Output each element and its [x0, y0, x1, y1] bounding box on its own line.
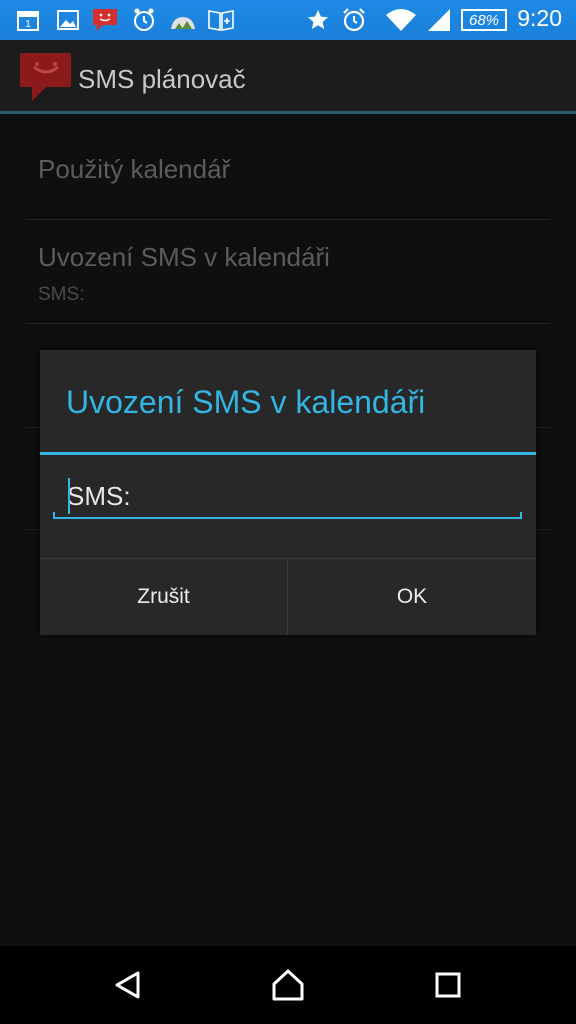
alarm-clock-app-icon	[130, 6, 158, 34]
wifi-icon	[384, 6, 418, 34]
recents-icon[interactable]	[418, 962, 478, 1008]
image-icon	[54, 6, 82, 34]
list-item-title: Použitý kalendář	[38, 154, 231, 184]
back-icon[interactable]	[98, 962, 158, 1008]
status-bar: 1 68% 9:20	[0, 0, 576, 40]
action-bar: SMS plánovač	[0, 40, 576, 114]
alarm-icon	[340, 6, 368, 34]
app-title: SMS plánovač	[78, 64, 246, 94]
dialog-title: Uvození SMS v kalendáři	[66, 384, 426, 420]
calendar-day-text: 1	[25, 19, 31, 30]
navigation-bar	[0, 946, 576, 1024]
weather-icon	[168, 6, 198, 34]
home-icon[interactable]	[258, 962, 318, 1008]
edit-dialog: Uvození SMS v kalendáři Zrušit OK	[40, 350, 536, 635]
battery-icon: 68%	[460, 6, 508, 34]
input-underline	[53, 512, 522, 519]
notes-icon	[206, 6, 236, 34]
ok-button[interactable]: OK	[288, 559, 536, 635]
sms-planner-icon	[90, 6, 120, 34]
clock: 9:20	[517, 5, 562, 31]
sms-prefix-input[interactable]	[53, 472, 536, 520]
list-item-title: Uvození SMS v kalendáři	[38, 242, 330, 272]
app-logo-icon[interactable]	[20, 53, 72, 103]
text-cursor	[68, 478, 70, 514]
battery-level: 68%	[468, 11, 500, 29]
calendar-icon: 1	[14, 6, 42, 34]
list-item-sms-prefix[interactable]: Uvození SMS v kalendáři SMS:	[26, 219, 550, 324]
action-bar-divider	[0, 111, 576, 114]
dialog-title-divider	[40, 452, 536, 455]
cancel-button[interactable]: Zrušit	[40, 559, 287, 635]
list-item-summary: SMS:	[38, 284, 85, 305]
signal-icon	[424, 6, 454, 34]
list-item-calendar[interactable]: Použitý kalendář	[26, 117, 550, 220]
star-icon	[304, 6, 332, 34]
